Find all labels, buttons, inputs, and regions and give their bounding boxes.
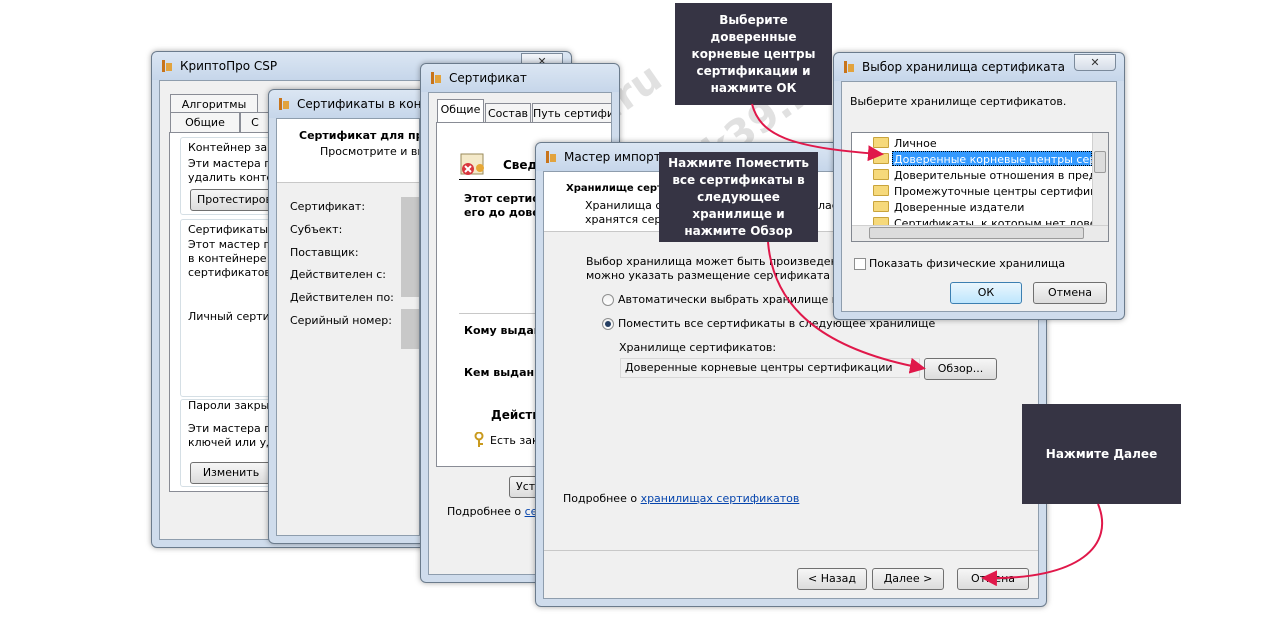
certificate-icon xyxy=(431,72,441,84)
store-tree: Личное Доверенные корневые центры сертиф… xyxy=(851,132,1109,242)
store-item[interactable]: Промежуточные центры сертификаци xyxy=(894,185,1108,198)
cancel-button[interactable]: Отмена xyxy=(1033,282,1107,304)
certificate-error-icon xyxy=(460,153,484,175)
container-certs-client: Сертификат для про Просмотрите и выб Сер… xyxy=(276,118,420,536)
tab-cert-path[interactable]: Путь сертификации xyxy=(532,103,611,123)
header-subtitle: Просмотрите и выб xyxy=(320,145,419,158)
folder-icon xyxy=(873,185,889,196)
issued-by-label: Кем выдан: xyxy=(464,366,539,379)
field-serial: Серийный номер: xyxy=(290,314,392,327)
field-issuer: Поставщик: xyxy=(290,246,359,259)
window-title: Выбор хранилища сертификата xyxy=(862,60,1065,74)
back-button[interactable]: < Назад xyxy=(797,568,867,590)
note-place-all: Нажмите Поместить все сертификаты в след… xyxy=(659,152,818,242)
valid-label: Действ xyxy=(491,408,540,422)
radio-manual-store[interactable] xyxy=(602,318,614,330)
container-text-3: удалить контей xyxy=(188,171,281,184)
field-subject: Субъект: xyxy=(290,223,343,236)
scrollbar-thumb[interactable] xyxy=(1094,151,1106,173)
tab-algorithms[interactable]: Алгоритмы xyxy=(170,94,258,114)
certificate-icon xyxy=(844,61,854,73)
store-select-window: Выбор хранилища сертификата ✕ Выберите х… xyxy=(833,52,1125,320)
note-text: Выберите доверенные корневые центры серт… xyxy=(691,12,816,95)
vertical-scrollbar[interactable] xyxy=(1092,133,1108,225)
field-valid-to: Действителен по: xyxy=(290,291,394,304)
window-title: КриптоПро CSP xyxy=(180,59,278,73)
note-press-next: Нажмите Далее xyxy=(1022,404,1181,504)
personal-cert-label: Личный сертиф xyxy=(188,310,280,323)
more-prefix: Подробнее о xyxy=(447,505,525,518)
footer-separator xyxy=(544,550,1038,551)
warning-line-2: его до дове xyxy=(464,206,540,219)
container-text-1: Контейнер закр xyxy=(188,141,281,154)
key-icon xyxy=(474,432,484,447)
store-select-titlebar: Выбор хранилища сертификата ✕ xyxy=(834,53,1124,81)
window-title: Сертификаты в конте xyxy=(297,97,436,111)
window-title: Сертификат xyxy=(449,71,527,85)
container-certs-window: Сертификаты в конте Сертификат для про П… xyxy=(268,89,436,544)
tab-general[interactable]: Общие xyxy=(437,99,484,122)
tab-details[interactable]: Состав xyxy=(485,103,531,123)
prompt-text: Выберите хранилище сертификатов. xyxy=(850,95,1067,108)
section-desc-2: хранятся серт xyxy=(585,213,668,226)
store-item[interactable]: Личное xyxy=(894,137,937,150)
folder-icon xyxy=(873,201,889,212)
choose-text-1: Выбор хранилища может быть произведен Wi… xyxy=(586,255,869,268)
store-select-client: Выберите хранилище сертификатов. Личное … xyxy=(841,81,1117,312)
folder-icon xyxy=(873,153,889,164)
more-text: Подробнее о хранилищах сертификатов xyxy=(563,492,799,505)
passwords-text-3: ключей или уда xyxy=(188,436,281,449)
folder-icon xyxy=(873,137,889,148)
store-item[interactable]: Доверенные корневые центры сертиф xyxy=(894,153,1108,166)
warning-line-1: Этот сертиф xyxy=(464,192,544,205)
cancel-button[interactable]: Отмена xyxy=(957,568,1029,590)
cryptopro-app-icon xyxy=(162,60,172,72)
change-button[interactable]: Изменить xyxy=(190,462,272,484)
choose-text-2: можно указать размещение сертификата вру… xyxy=(586,269,868,282)
stores-link[interactable]: хранилищах сертификатов xyxy=(641,492,800,505)
radio-auto-store[interactable] xyxy=(602,294,614,306)
container-certs-titlebar: Сертификаты в конте xyxy=(269,90,436,118)
next-button[interactable]: Далее > xyxy=(872,568,944,590)
wizard-icon xyxy=(546,151,556,163)
issued-to-label: Кому выдан xyxy=(464,324,542,337)
tab-other[interactable]: С xyxy=(240,112,270,132)
window-title: Мастер импорта xyxy=(564,150,669,164)
browse-button[interactable]: Обзор... xyxy=(924,358,997,380)
close-button[interactable]: ✕ xyxy=(1074,54,1116,71)
field-certificate: Сертификат: xyxy=(290,200,366,213)
store-item[interactable]: Доверенные издатели xyxy=(894,201,1024,214)
radio-auto-label: Автоматически выбрать хранилище на ос xyxy=(618,293,862,306)
tab-general[interactable]: Общие xyxy=(170,112,240,132)
note-text: Нажмите Поместить все сертификаты в след… xyxy=(668,155,809,238)
ok-button[interactable]: ОК xyxy=(950,282,1022,304)
test-button[interactable]: Протестирова xyxy=(190,189,272,211)
certs-text-4: сертификатов. xyxy=(188,266,275,279)
scrollbar-thumb[interactable] xyxy=(869,227,1084,239)
folder-icon xyxy=(873,169,889,180)
field-value xyxy=(401,309,419,349)
certs-text-1: Сертификаты в xyxy=(188,223,278,236)
more-prefix: Подробнее о xyxy=(563,492,641,505)
header-title: Сертификат для про xyxy=(299,129,420,142)
store-item[interactable]: Доверительные отношения в предпри xyxy=(894,169,1108,182)
field-valid-from: Действителен с: xyxy=(290,268,387,281)
field-value xyxy=(401,197,419,297)
certificate-titlebar: Сертификат xyxy=(421,64,619,92)
note-text: Нажмите Далее xyxy=(1045,446,1158,461)
store-value: Доверенные корневые центры сертификации xyxy=(625,361,893,374)
show-physical-checkbox[interactable] xyxy=(854,258,866,270)
note-choose-root: Выберите доверенные корневые центры серт… xyxy=(675,3,832,105)
show-physical-label: Показать физические хранилища xyxy=(869,257,1066,270)
cryptopro-app-icon xyxy=(279,98,289,110)
store-label: Хранилище сертификатов: xyxy=(619,341,777,354)
